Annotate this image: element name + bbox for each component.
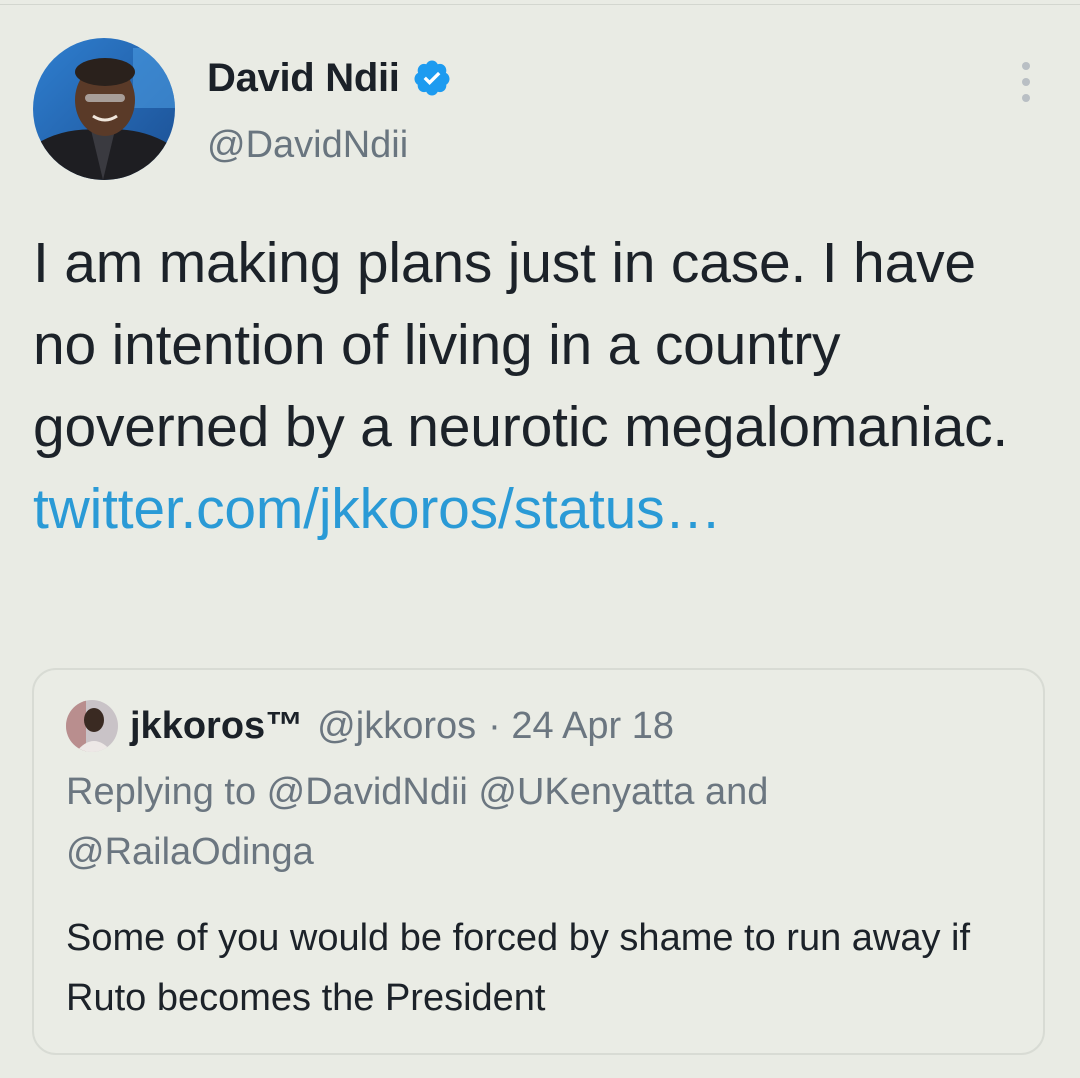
quoted-tweet-header: jkkoros™ @jkkoros · 24 Apr 18 [66, 698, 674, 754]
quoted-display-name[interactable]: jkkoros™ [130, 705, 303, 748]
quoted-tweet-text: Some of you would be forced by shame to … [66, 917, 971, 1019]
author-display-name[interactable]: David Ndii [207, 56, 400, 101]
more-dot [1022, 78, 1030, 86]
more-dot [1022, 94, 1030, 102]
quoted-tweet-card[interactable]: jkkoros™ @jkkoros · 24 Apr 18 Replying t… [32, 668, 1045, 1055]
top-divider [0, 4, 1080, 5]
more-dot [1022, 62, 1030, 70]
replying-to: Replying to @DavidNdii @UKenyatta and @R… [66, 771, 769, 873]
tweet-link[interactable]: twitter.com/jkkoros/status… [33, 477, 721, 541]
verified-badge-icon [412, 58, 452, 98]
author-name-row: David Ndii [207, 52, 452, 104]
author-avatar[interactable] [33, 38, 175, 180]
tweet-text: I am making plans just in case. I have n… [33, 222, 1043, 550]
tweet-body: I am making plans just in case. I have n… [33, 231, 1009, 459]
author-handle[interactable]: @DavidNdii [207, 124, 408, 167]
more-vertical-icon[interactable] [1012, 62, 1040, 102]
quoted-author-avatar[interactable] [66, 700, 118, 752]
quoted-date: · 24 Apr 18 [488, 704, 675, 747]
quoted-handle[interactable]: @jkkoros [317, 705, 476, 748]
